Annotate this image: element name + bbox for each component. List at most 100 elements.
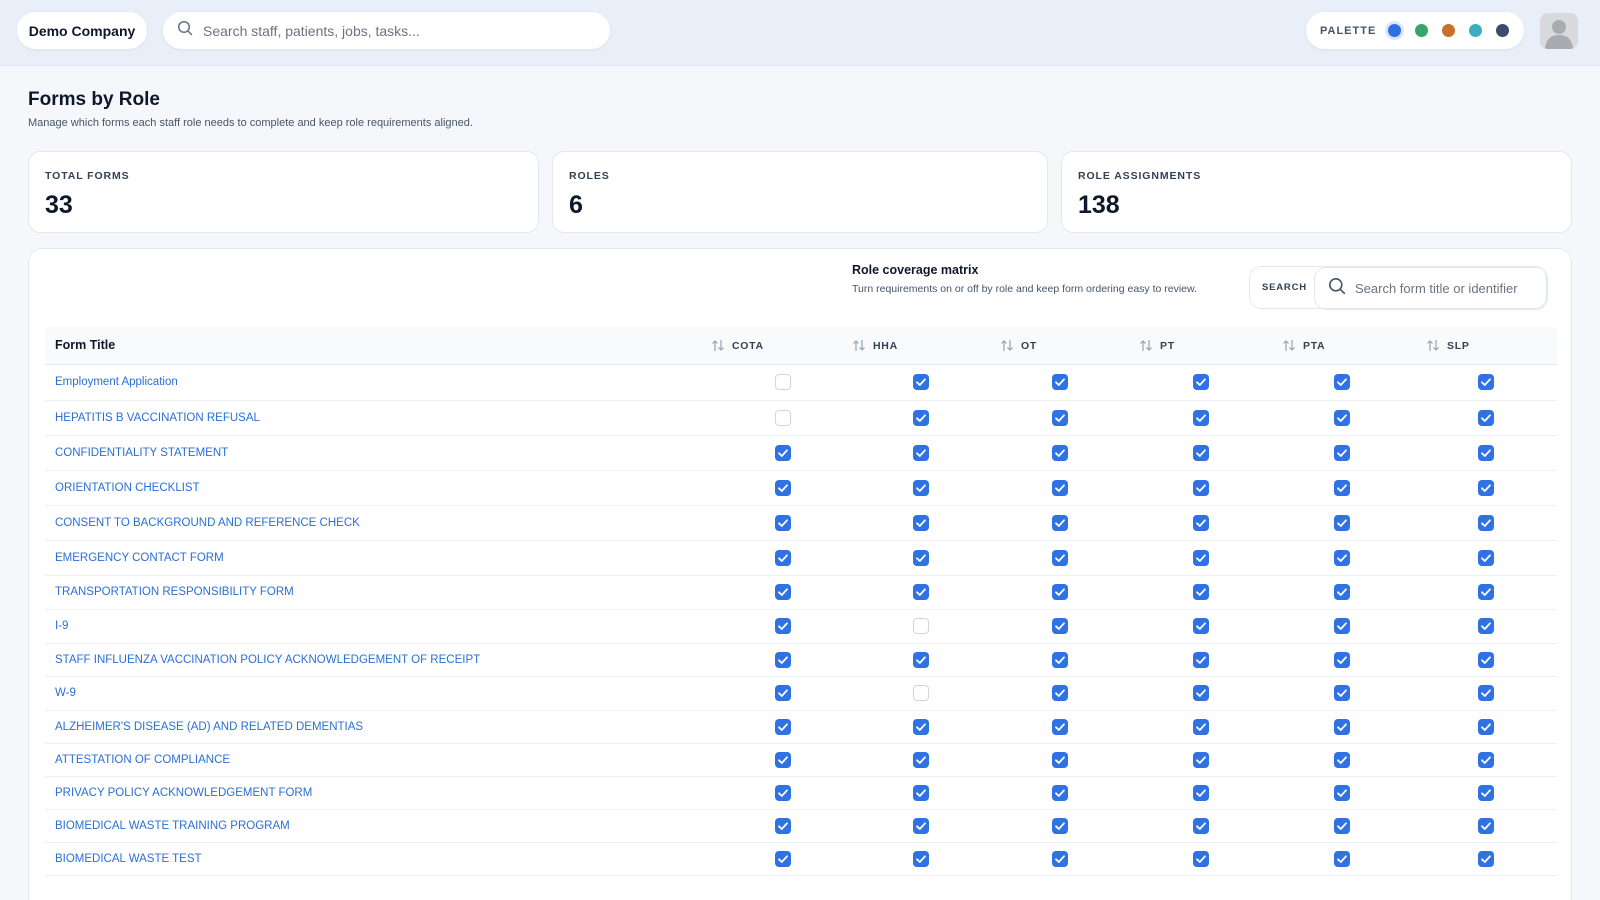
role-checkbox-cota[interactable]: [775, 752, 791, 768]
role-checkbox-ot[interactable]: [1052, 374, 1068, 390]
role-checkbox-pta[interactable]: [1334, 785, 1350, 801]
role-checkbox-ot[interactable]: [1052, 851, 1068, 867]
role-checkbox-pt[interactable]: [1193, 785, 1209, 801]
form-title-link[interactable]: ALZHEIMER'S DISEASE (AD) AND RELATED DEM…: [55, 721, 363, 733]
role-checkbox-ot[interactable]: [1052, 752, 1068, 768]
role-checkbox-hha[interactable]: [913, 719, 929, 735]
role-checkbox-hha[interactable]: [913, 515, 929, 531]
role-checkbox-cota[interactable]: [775, 410, 791, 426]
role-checkbox-ot[interactable]: [1052, 550, 1068, 566]
column-header-pta[interactable]: PTA: [1282, 339, 1325, 352]
column-header-slp[interactable]: SLP: [1426, 339, 1470, 352]
form-search-input[interactable]: [1355, 281, 1545, 296]
role-checkbox-hha[interactable]: [913, 374, 929, 390]
role-checkbox-pt[interactable]: [1193, 410, 1209, 426]
global-search-input[interactable]: [203, 22, 583, 39]
role-checkbox-cota[interactable]: [775, 480, 791, 496]
role-checkbox-hha[interactable]: [913, 410, 929, 426]
role-checkbox-slp[interactable]: [1478, 652, 1494, 668]
role-checkbox-hha[interactable]: [913, 618, 929, 634]
role-checkbox-pta[interactable]: [1334, 374, 1350, 390]
role-checkbox-hha[interactable]: [913, 445, 929, 461]
role-checkbox-pt[interactable]: [1193, 685, 1209, 701]
role-checkbox-slp[interactable]: [1478, 445, 1494, 461]
form-title-link[interactable]: BIOMEDICAL WASTE TEST: [55, 853, 202, 865]
role-checkbox-pt[interactable]: [1193, 584, 1209, 600]
role-checkbox-ot[interactable]: [1052, 584, 1068, 600]
role-checkbox-pta[interactable]: [1334, 584, 1350, 600]
role-checkbox-pt[interactable]: [1193, 652, 1209, 668]
role-checkbox-pta[interactable]: [1334, 550, 1350, 566]
column-header-form-title[interactable]: Form Title: [55, 338, 115, 352]
form-title-link[interactable]: PRIVACY POLICY ACKNOWLEDGEMENT FORM: [55, 787, 312, 799]
role-checkbox-cota[interactable]: [775, 445, 791, 461]
role-checkbox-ot[interactable]: [1052, 445, 1068, 461]
role-checkbox-pta[interactable]: [1334, 480, 1350, 496]
role-checkbox-cota[interactable]: [775, 818, 791, 834]
form-title-link[interactable]: HEPATITIS B VACCINATION REFUSAL: [55, 412, 260, 424]
role-checkbox-hha[interactable]: [913, 818, 929, 834]
role-checkbox-slp[interactable]: [1478, 410, 1494, 426]
form-title-link[interactable]: CONSENT TO BACKGROUND AND REFERENCE CHEC…: [55, 517, 360, 529]
form-title-link[interactable]: BIOMEDICAL WASTE TRAINING PROGRAM: [55, 820, 290, 832]
role-checkbox-slp[interactable]: [1478, 851, 1494, 867]
form-title-link[interactable]: STAFF INFLUENZA VACCINATION POLICY ACKNO…: [55, 654, 480, 666]
role-checkbox-slp[interactable]: [1478, 480, 1494, 496]
role-checkbox-pta[interactable]: [1334, 851, 1350, 867]
role-checkbox-pt[interactable]: [1193, 851, 1209, 867]
form-title-link[interactable]: ATTESTATION OF COMPLIANCE: [55, 754, 230, 766]
palette-swatch-blue[interactable]: [1388, 24, 1402, 37]
form-title-link[interactable]: CONFIDENTIALITY STATEMENT: [55, 447, 228, 459]
column-header-hha[interactable]: HHA: [852, 339, 898, 352]
role-checkbox-hha[interactable]: [913, 584, 929, 600]
role-checkbox-slp[interactable]: [1478, 550, 1494, 566]
role-checkbox-pta[interactable]: [1334, 685, 1350, 701]
form-title-link[interactable]: TRANSPORTATION RESPONSIBILITY FORM: [55, 586, 294, 598]
role-checkbox-pta[interactable]: [1334, 618, 1350, 634]
role-checkbox-hha[interactable]: [913, 851, 929, 867]
role-checkbox-pta[interactable]: [1334, 445, 1350, 461]
user-avatar[interactable]: [1540, 13, 1578, 49]
role-checkbox-ot[interactable]: [1052, 818, 1068, 834]
role-checkbox-ot[interactable]: [1052, 785, 1068, 801]
form-title-link[interactable]: W-9: [55, 687, 76, 699]
column-header-ot[interactable]: OT: [1000, 339, 1037, 352]
role-checkbox-pt[interactable]: [1193, 818, 1209, 834]
role-checkbox-slp[interactable]: [1478, 818, 1494, 834]
role-checkbox-pta[interactable]: [1334, 652, 1350, 668]
role-checkbox-cota[interactable]: [775, 685, 791, 701]
role-checkbox-slp[interactable]: [1478, 374, 1494, 390]
role-checkbox-slp[interactable]: [1478, 515, 1494, 531]
role-checkbox-hha[interactable]: [913, 480, 929, 496]
company-switcher-button[interactable]: Demo Company: [17, 12, 147, 49]
role-checkbox-cota[interactable]: [775, 618, 791, 634]
role-checkbox-ot[interactable]: [1052, 618, 1068, 634]
role-checkbox-cota[interactable]: [775, 719, 791, 735]
role-checkbox-slp[interactable]: [1478, 618, 1494, 634]
palette-swatch-orange[interactable]: [1442, 24, 1456, 37]
form-title-link[interactable]: EMERGENCY CONTACT FORM: [55, 552, 224, 564]
form-title-link[interactable]: ORIENTATION CHECKLIST: [55, 482, 200, 494]
role-checkbox-hha[interactable]: [913, 652, 929, 668]
palette-swatch-navy[interactable]: [1496, 24, 1510, 37]
role-checkbox-hha[interactable]: [913, 685, 929, 701]
role-checkbox-cota[interactable]: [775, 515, 791, 531]
role-checkbox-slp[interactable]: [1478, 785, 1494, 801]
form-title-link[interactable]: I-9: [55, 620, 68, 632]
role-checkbox-ot[interactable]: [1052, 652, 1068, 668]
role-checkbox-pt[interactable]: [1193, 719, 1209, 735]
role-checkbox-pta[interactable]: [1334, 515, 1350, 531]
palette-swatch-teal[interactable]: [1469, 24, 1483, 37]
role-checkbox-ot[interactable]: [1052, 719, 1068, 735]
role-checkbox-hha[interactable]: [913, 752, 929, 768]
role-checkbox-slp[interactable]: [1478, 685, 1494, 701]
role-checkbox-slp[interactable]: [1478, 584, 1494, 600]
role-checkbox-pt[interactable]: [1193, 752, 1209, 768]
role-checkbox-hha[interactable]: [913, 785, 929, 801]
form-title-link[interactable]: Employment Application: [55, 376, 178, 388]
role-checkbox-ot[interactable]: [1052, 480, 1068, 496]
role-checkbox-cota[interactable]: [775, 851, 791, 867]
role-checkbox-hha[interactable]: [913, 550, 929, 566]
role-checkbox-pta[interactable]: [1334, 410, 1350, 426]
role-checkbox-ot[interactable]: [1052, 515, 1068, 531]
